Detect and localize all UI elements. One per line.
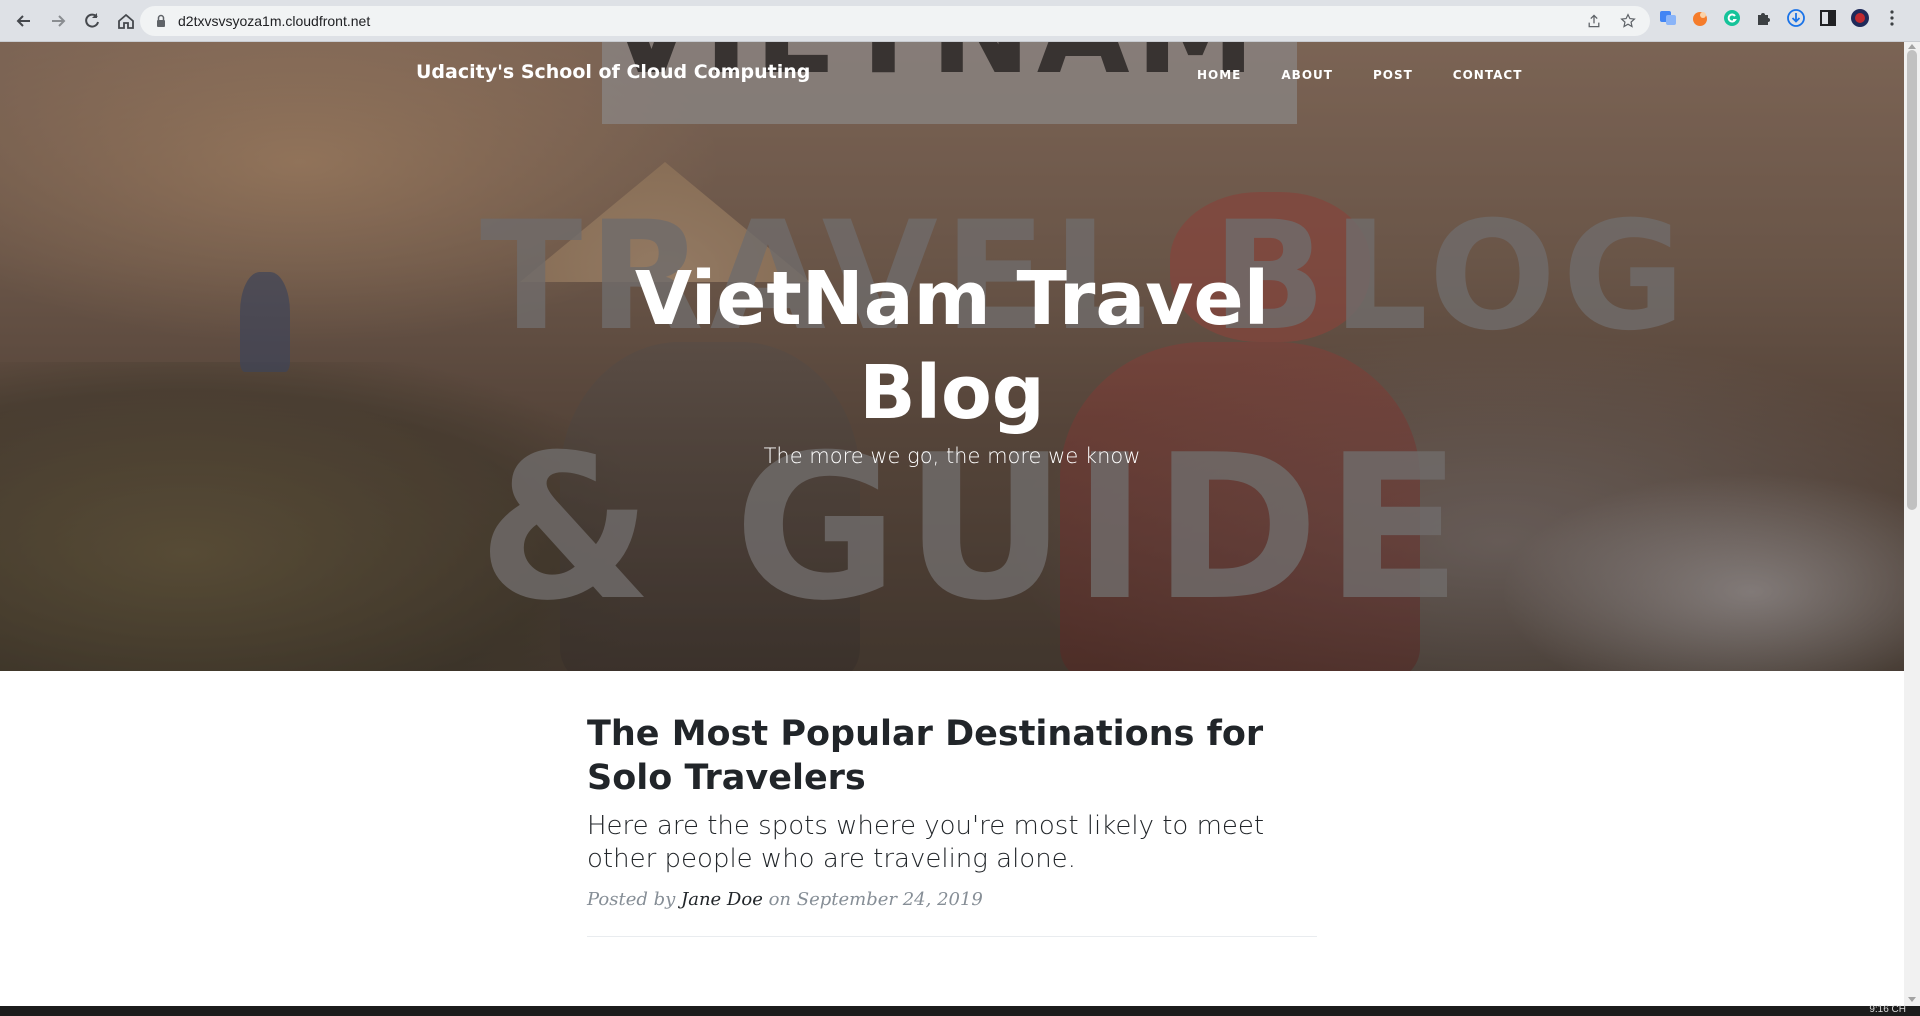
page-viewport: VIETNAM TRAVEL BLOG & GUIDE Udacity's Sc… xyxy=(0,42,1904,1006)
os-taskbar: 9:16 CH xyxy=(0,1004,1920,1016)
extension-icon[interactable] xyxy=(1690,8,1710,28)
post-meta-prefix: Posted by xyxy=(587,889,676,910)
address-bar[interactable]: d2txvsvsyoza1m.cloudfront.net xyxy=(140,6,1650,36)
post-meta: Posted by Jane Doe on September 24, 2019 xyxy=(587,889,1317,910)
post-meta-on: on xyxy=(768,889,792,910)
post-subtitle[interactable]: Here are the spots where you're most lik… xyxy=(587,810,1317,876)
forward-icon[interactable] xyxy=(42,5,74,37)
hero-title: VietNam Travel Blog xyxy=(634,256,1270,436)
sidepanel-icon[interactable] xyxy=(1818,8,1838,28)
hero-subheading: The more we go, the more we know xyxy=(763,444,1141,468)
reload-icon[interactable] xyxy=(76,5,108,37)
divider xyxy=(587,936,1317,937)
site-navbar: Udacity's School of Cloud Computing HOME… xyxy=(0,42,1904,107)
nav-home[interactable]: HOME xyxy=(1177,68,1261,82)
translate-icon[interactable] xyxy=(1658,8,1678,28)
star-icon[interactable] xyxy=(1618,11,1638,31)
puzzle-icon[interactable] xyxy=(1754,8,1774,28)
nav-about[interactable]: ABOUT xyxy=(1261,68,1353,82)
post-author-link[interactable]: Jane Doe xyxy=(681,889,763,910)
nav-contact[interactable]: CONTACT xyxy=(1433,68,1543,82)
scroll-down-icon[interactable] xyxy=(1908,997,1916,1002)
url-text[interactable]: d2txvsvsyoza1m.cloudfront.net xyxy=(178,13,370,29)
scrollbar-thumb[interactable] xyxy=(1907,50,1917,510)
lock-icon[interactable] xyxy=(154,14,168,28)
post-preview[interactable]: The Most Popular Destinations for Solo T… xyxy=(587,712,1317,937)
browser-toolbar: d2txvsvsyoza1m.cloudfront.net xyxy=(0,0,1920,42)
taskbar-clock: 9:16 CH xyxy=(1869,1004,1906,1015)
site-brand[interactable]: Udacity's School of Cloud Computing xyxy=(416,61,810,83)
grammarly-icon[interactable] xyxy=(1722,8,1742,28)
main-menu: HOME ABOUT POST CONTACT xyxy=(1177,68,1542,82)
scroll-up-icon[interactable] xyxy=(1908,44,1916,49)
home-icon[interactable] xyxy=(110,5,142,37)
masthead: VIETNAM TRAVEL BLOG & GUIDE Udacity's Sc… xyxy=(0,42,1904,671)
post-title[interactable]: The Most Popular Destinations for Solo T… xyxy=(587,712,1317,800)
post-date: September 24, 2019 xyxy=(796,889,983,910)
back-icon[interactable] xyxy=(8,5,40,37)
profile-avatar[interactable] xyxy=(1850,8,1870,28)
download-icon[interactable] xyxy=(1786,8,1806,28)
nav-post[interactable]: POST xyxy=(1353,68,1433,82)
share-icon[interactable] xyxy=(1584,11,1604,31)
site-heading: VietNam Travel Blog The more we go, the … xyxy=(0,252,1904,468)
vertical-scrollbar[interactable] xyxy=(1904,42,1920,1006)
menu-icon[interactable] xyxy=(1882,8,1902,28)
